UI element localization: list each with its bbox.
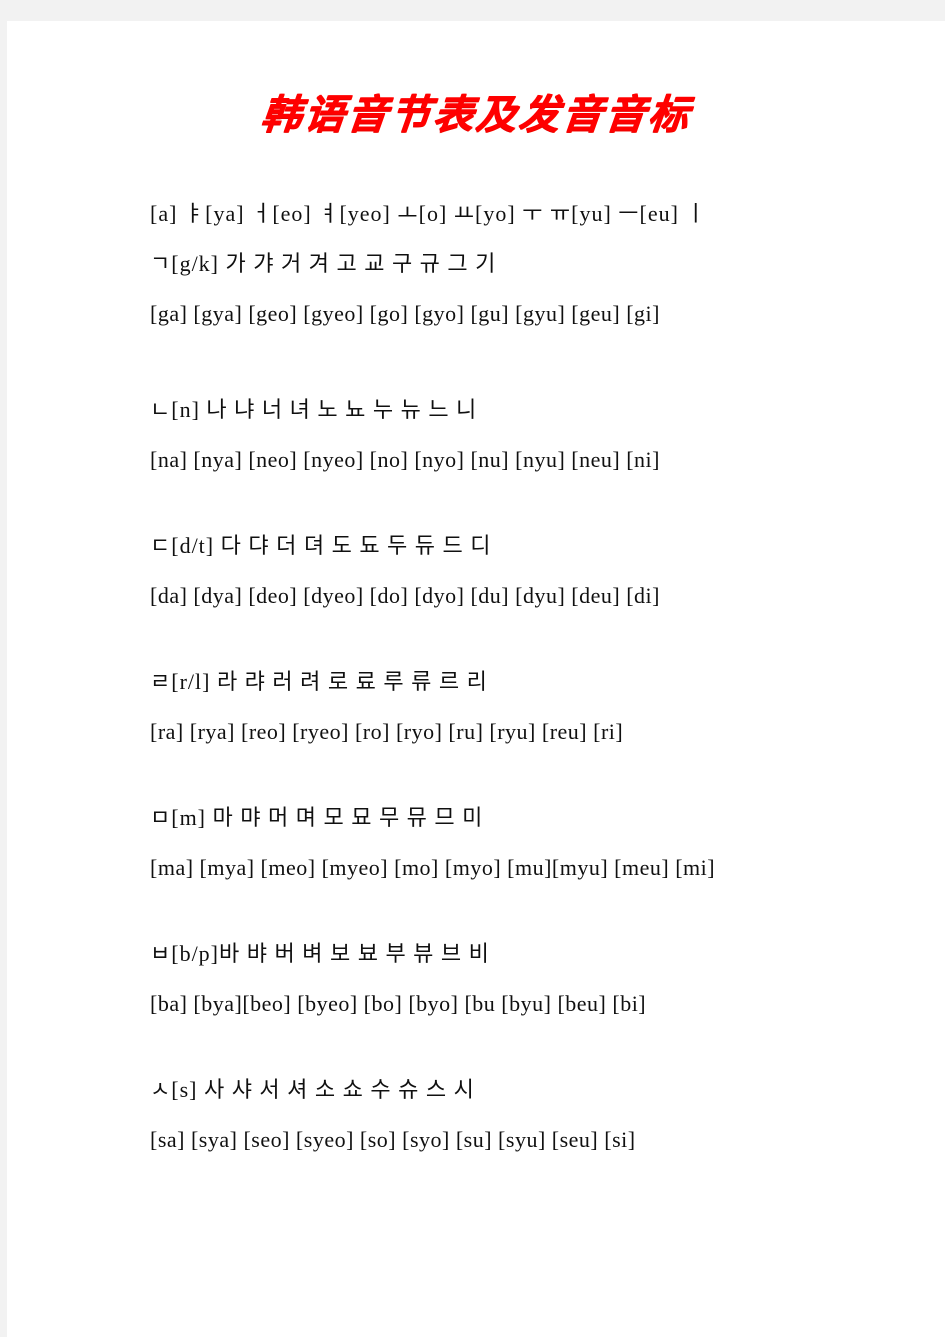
consonant-s-row-group: ㅅ[s] 사 샤 서 셔 소 쇼 수 슈 스 시 [sa] [sya] [seo… [150, 1065, 850, 1165]
consonant-g-hangul-line: ㄱ[g/k] 가 갸 거 겨 고 교 구 규 그 기 [150, 251, 497, 276]
consonant-n-hangul-line: ㄴ[n] 나 냐 너 녀 노 뇨 누 뉴 느 니 [150, 397, 478, 422]
vowel-row-group: [a] ㅑ[ya] ㅓ[eo] ㅕ[yeo] ㅗ[o] ㅛ[yo] ㅜ ㅠ[yu… [150, 189, 850, 339]
document-page: 韩语音节表及发音音标 [a] ㅑ[ya] ㅓ[eo] ㅕ[yeo] ㅗ[o] ㅛ… [7, 21, 945, 1337]
consonant-d-roman-line: [da] [dya] [deo] [dyeo] [do] [dyo] [du] … [150, 583, 660, 608]
consonant-g-roman-line: [ga] [gya] [geo] [gyeo] [go] [gyo] [gu] … [150, 301, 660, 326]
consonant-r-row-group: ㄹ[r/l] 라 랴 러 려 로 료 루 류 르 리 [ra] [rya] [r… [150, 657, 850, 757]
page-title: 韩语音节表及发音音标 [258, 91, 694, 138]
consonant-s-hangul-line: ㅅ[s] 사 샤 서 셔 소 쇼 수 슈 스 시 [150, 1077, 475, 1102]
consonant-m-roman-line: [ma] [mya] [meo] [myeo] [mo] [myo] [mu][… [150, 855, 716, 880]
consonant-m-row-group: ㅁ[m] 마 먀 머 며 모 묘 무 뮤 므 미 [ma] [mya] [meo… [150, 793, 850, 893]
consonant-b-hangul-line: ㅂ[b/p]바 뱌 버 벼 보 뵤 부 뷰 브 비 [150, 941, 490, 966]
consonant-n-roman-line: [na] [nya] [neo] [nyeo] [no] [nyo] [nu] … [150, 447, 660, 472]
consonant-m-hangul-line: ㅁ[m] 마 먀 머 며 모 묘 무 뮤 므 미 [150, 805, 484, 830]
consonant-b-row-group: ㅂ[b/p]바 뱌 버 벼 보 뵤 부 뷰 브 비 [ba] [bya][beo… [150, 929, 850, 1029]
consonant-r-hangul-line: ㄹ[r/l] 라 랴 러 려 로 료 루 류 르 리 [150, 669, 488, 694]
syllable-chart: [a] ㅑ[ya] ㅓ[eo] ㅕ[yeo] ㅗ[o] ㅛ[yo] ㅜ ㅠ[yu… [150, 189, 850, 1201]
consonant-s-roman-line: [sa] [sya] [seo] [syeo] [so] [syo] [su] … [150, 1127, 636, 1152]
consonant-d-row-group: ㄷ[d/t] 다 댜 더 뎌 도 됴 두 듀 드 디 [da] [dya] [d… [150, 521, 850, 621]
consonant-n-row-group: ㄴ[n] 나 냐 너 녀 노 뇨 누 뉴 느 니 [na] [nya] [neo… [150, 385, 850, 485]
vowel-line: [a] ㅑ[ya] ㅓ[eo] ㅕ[yeo] ㅗ[o] ㅛ[yo] ㅜ ㅠ[yu… [150, 201, 707, 226]
consonant-b-roman-line: [ba] [bya][beo] [byeo] [bo] [byo] [bu [b… [150, 991, 647, 1016]
consonant-d-hangul-line: ㄷ[d/t] 다 댜 더 뎌 도 됴 두 듀 드 디 [150, 533, 492, 558]
consonant-r-roman-line: [ra] [rya] [reo] [ryeo] [ro] [ryo] [ru] … [150, 719, 624, 744]
